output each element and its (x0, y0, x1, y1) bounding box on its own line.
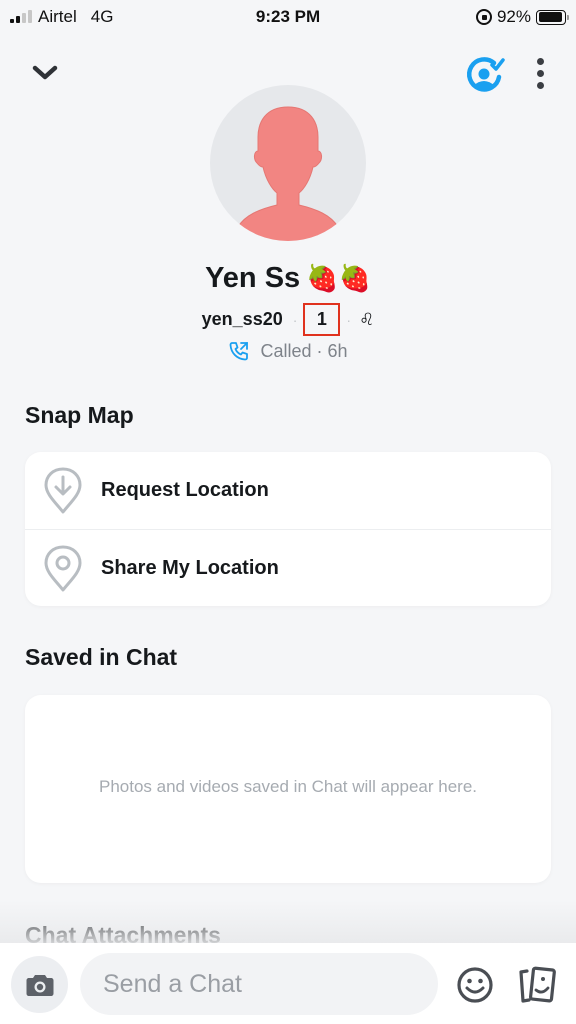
stickers-button[interactable] (515, 963, 559, 1007)
status-left: Airtel 4G (10, 7, 113, 27)
outgoing-call-icon (230, 342, 249, 361)
username[interactable]: yen_ss20 (202, 309, 283, 330)
friend-check-icon (466, 57, 505, 92)
share-my-location-button[interactable]: Share My Location (25, 529, 551, 606)
battery-percent: 92% (496, 7, 531, 26)
more-dot (536, 57, 544, 65)
request-location-button[interactable]: Request Location (25, 452, 551, 529)
stickers-cards-icon (519, 966, 556, 1003)
call-status-text: Called (260, 340, 312, 361)
display-name: Yen Ss (205, 262, 301, 294)
friend-check-button[interactable] (464, 53, 506, 95)
separator: · (346, 311, 352, 328)
send-chat-input[interactable] (80, 953, 438, 1015)
status-time: 9:23 PM (255, 7, 321, 26)
request-location-label: Request Location (101, 479, 269, 501)
status-right: 92% (475, 7, 569, 27)
call-time: 6h (327, 340, 348, 361)
snap-score-highlight: 1 (303, 303, 341, 336)
smiley-icon (457, 967, 493, 1003)
strawberry-emojis: 🍓🍓 (306, 263, 371, 293)
location-pin-icon (44, 545, 82, 592)
collapse-button[interactable] (28, 56, 62, 90)
more-dot (536, 69, 544, 77)
network-type: 4G (90, 7, 114, 26)
emoji-button[interactable] (455, 965, 495, 1005)
call-status-row: Called · 6h (0, 340, 576, 362)
signal-strength-icon (10, 10, 32, 23)
saved-in-chat-empty-message: Photos and videos saved in Chat will app… (98, 777, 477, 796)
battery-fill (538, 12, 562, 22)
rotation-lock-icon (475, 9, 492, 25)
snap-map-card: Request Location Share My Location (25, 452, 551, 606)
camera-button[interactable] (11, 956, 68, 1013)
battery-icon (536, 9, 569, 25)
status-bar: Airtel 4G 9:23 PM 92% (0, 0, 576, 34)
snap-score[interactable]: 1 (317, 309, 327, 330)
saved-in-chat-card: Photos and videos saved in Chat will app… (25, 695, 551, 883)
location-pin-down-arrow-icon (44, 467, 82, 514)
chevron-down-icon (32, 65, 58, 80)
chat-bar (0, 943, 576, 1024)
call-status: Called · 6h (260, 341, 347, 362)
snap-map-title: Snap Map (25, 402, 134, 428)
separator: · (316, 340, 323, 361)
more-options-button[interactable] (526, 55, 554, 91)
profile-name-row: Yen Ss 🍓🍓 (0, 262, 576, 295)
avatar[interactable] (210, 85, 366, 241)
camera-icon (26, 974, 53, 996)
default-avatar-silhouette-icon (237, 106, 339, 241)
separator: · (292, 311, 298, 328)
profile-subinfo: yen_ss20 · 1 · ♌ (0, 303, 576, 336)
saved-in-chat-title: Saved in Chat (25, 644, 178, 670)
more-dot (536, 81, 544, 89)
zodiac-icon[interactable]: ♌ (359, 310, 374, 330)
carrier-name: Airtel (38, 7, 77, 26)
bottom-fade (0, 900, 576, 944)
share-my-location-label: Share My Location (101, 556, 279, 579)
